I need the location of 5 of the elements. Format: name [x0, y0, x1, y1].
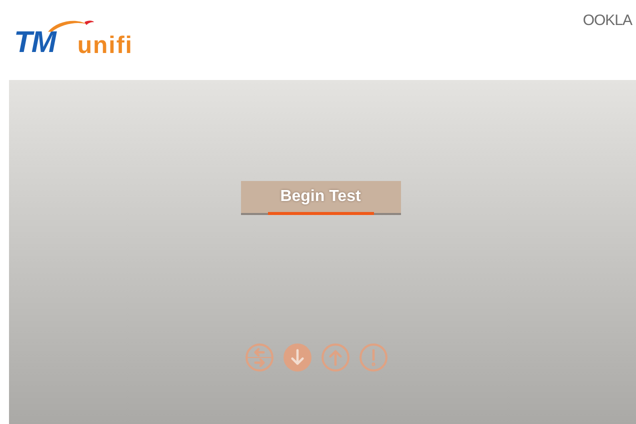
- begin-test-button[interactable]: Begin Test: [240, 181, 400, 215]
- brand-logo: TM: [14, 28, 56, 58]
- swoosh-icon: [48, 18, 96, 32]
- product-logo: unifi: [77, 34, 133, 58]
- partner-logo: OOKLA: [582, 11, 634, 31]
